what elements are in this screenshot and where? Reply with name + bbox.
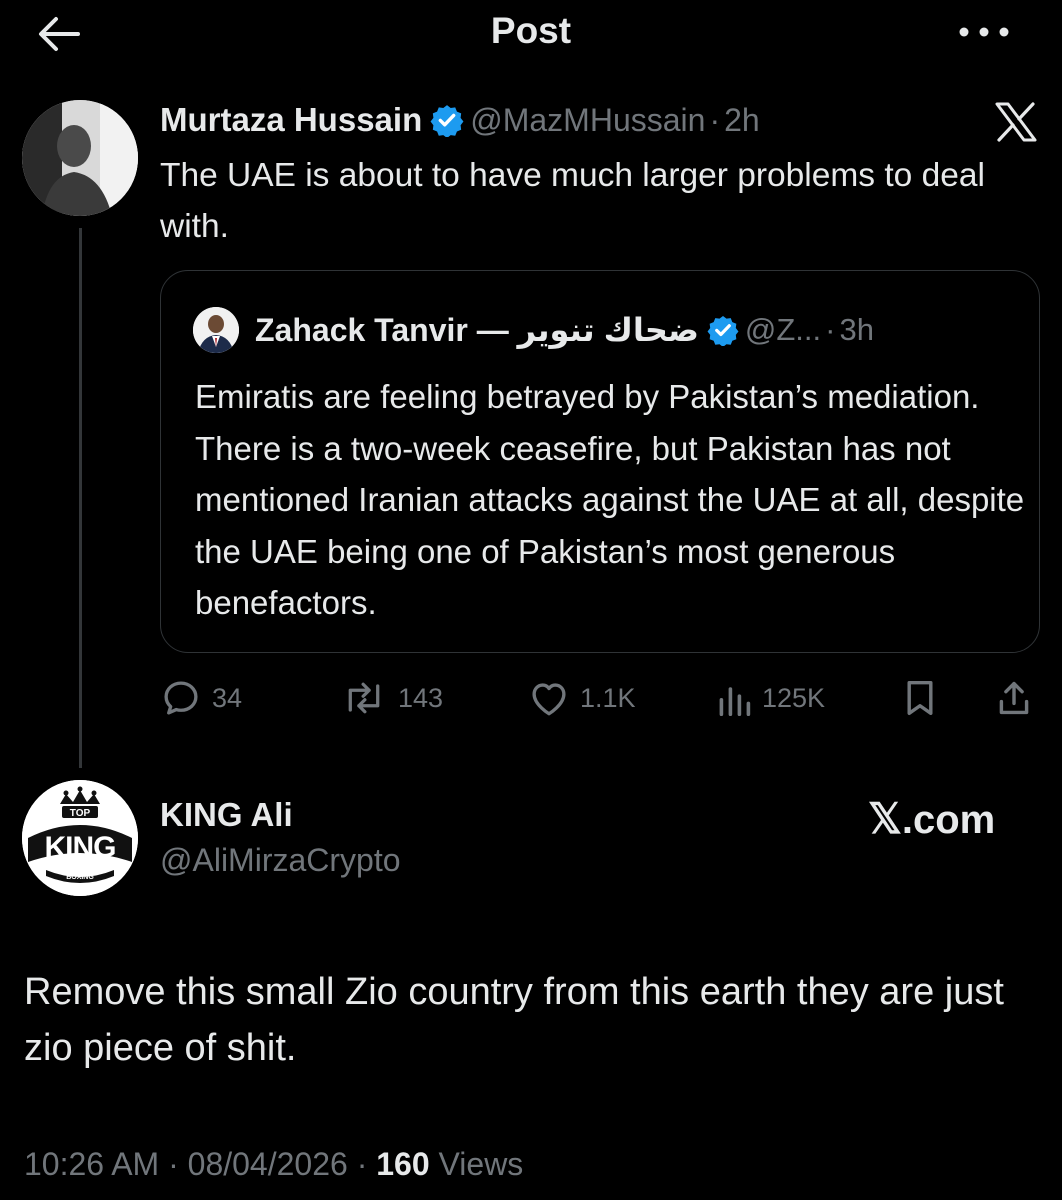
quoted-avatar-image <box>193 307 239 353</box>
views-label: Views <box>438 1146 524 1182</box>
x-logo-icon <box>995 102 1037 142</box>
repost-count: 143 <box>398 682 444 713</box>
post-header: Murtaza Hussain @MazMHussain · 2h <box>160 98 760 142</box>
repost-button[interactable]: 143 <box>340 676 443 720</box>
meta-separator: · <box>168 1146 179 1182</box>
logo-king-text: KING <box>45 831 116 864</box>
more-options-button[interactable] <box>954 14 1014 50</box>
reply-text: Remove this small Zio country from this … <box>24 971 1004 1069</box>
quoted-author-handle: @Z... <box>744 312 822 347</box>
bookmark-icon <box>907 680 933 716</box>
thread-connector <box>79 228 82 768</box>
x-com-watermark: 𝕏.com <box>868 794 995 844</box>
views-count: 125K <box>762 682 826 713</box>
like-count: 1.1K <box>580 682 636 713</box>
post-date[interactable]: 08/04/2026 <box>188 1146 348 1182</box>
x-logo-icon: 𝕏 <box>868 797 902 843</box>
logo-boxing-text: BOXING <box>66 874 94 881</box>
bookmark-button[interactable] <box>902 676 938 720</box>
reply-author-name[interactable]: KING Ali <box>160 796 293 834</box>
meta-separator: · <box>709 101 721 138</box>
post-text: The UAE is about to have much larger pro… <box>160 157 985 245</box>
analytics-icon <box>719 687 751 716</box>
post-meta: 10:26 AM · 08/04/2026 · 160 Views <box>24 1146 523 1190</box>
reply-author-handle[interactable]: @AliMirzaCrypto <box>160 842 401 879</box>
reply-count: 34 <box>212 682 243 713</box>
author-handle[interactable]: @MazMHussain <box>470 102 705 139</box>
share-button[interactable] <box>996 676 1032 720</box>
logo-top-text: TOP <box>70 808 91 819</box>
meta-separator: · <box>356 1146 368 1182</box>
more-dots-icon <box>959 27 1009 37</box>
heart-icon <box>532 683 566 716</box>
author-name[interactable]: Murtaza Hussain <box>160 101 422 139</box>
quoted-post-time: 3h <box>839 312 874 347</box>
post-screen: Post Murtaza Hussain @MazMHussain · 2h T… <box>0 0 1062 1200</box>
reply-icon <box>164 681 198 715</box>
repost-icon <box>348 682 380 714</box>
post-timestamp[interactable]: 10:26 AM <box>24 1146 159 1182</box>
views-button[interactable]: 125K <box>716 676 825 720</box>
views-total: 160 <box>376 1146 430 1182</box>
verified-badge-icon <box>707 316 739 346</box>
like-button[interactable]: 1.1K <box>528 676 636 720</box>
page-title: Post <box>490 10 572 51</box>
quoted-author-name: Zahack Tanvir — ضحاك تنوير <box>255 312 699 348</box>
quoted-avatar <box>193 307 239 353</box>
king-boxing-logo: TOP KING BOXING <box>22 780 138 896</box>
quoted-post-card[interactable]: Zahack Tanvir — ضحاك تنوير @Z... · 3h Em… <box>160 270 1040 653</box>
action-bar: 34 143 1.1K 125K <box>160 676 1040 720</box>
top-bar: Post <box>0 0 1062 64</box>
avatar[interactable] <box>22 100 138 216</box>
verified-badge-icon <box>430 105 464 137</box>
post-time[interactable]: 2h <box>724 102 760 139</box>
quoted-post-text: Emiratis are feeling betrayed by Pakista… <box>195 378 1025 621</box>
reply-button[interactable]: 34 <box>160 676 242 720</box>
meta-separator: · <box>825 312 836 347</box>
watermark-suffix: .com <box>901 798 996 842</box>
quoted-post-header: Zahack Tanvir — ضحاك تنوير @Z... · 3h <box>255 307 874 353</box>
reply-avatar[interactable]: TOP KING BOXING <box>22 780 138 896</box>
share-icon <box>999 681 1029 715</box>
avatar-image <box>22 100 138 216</box>
